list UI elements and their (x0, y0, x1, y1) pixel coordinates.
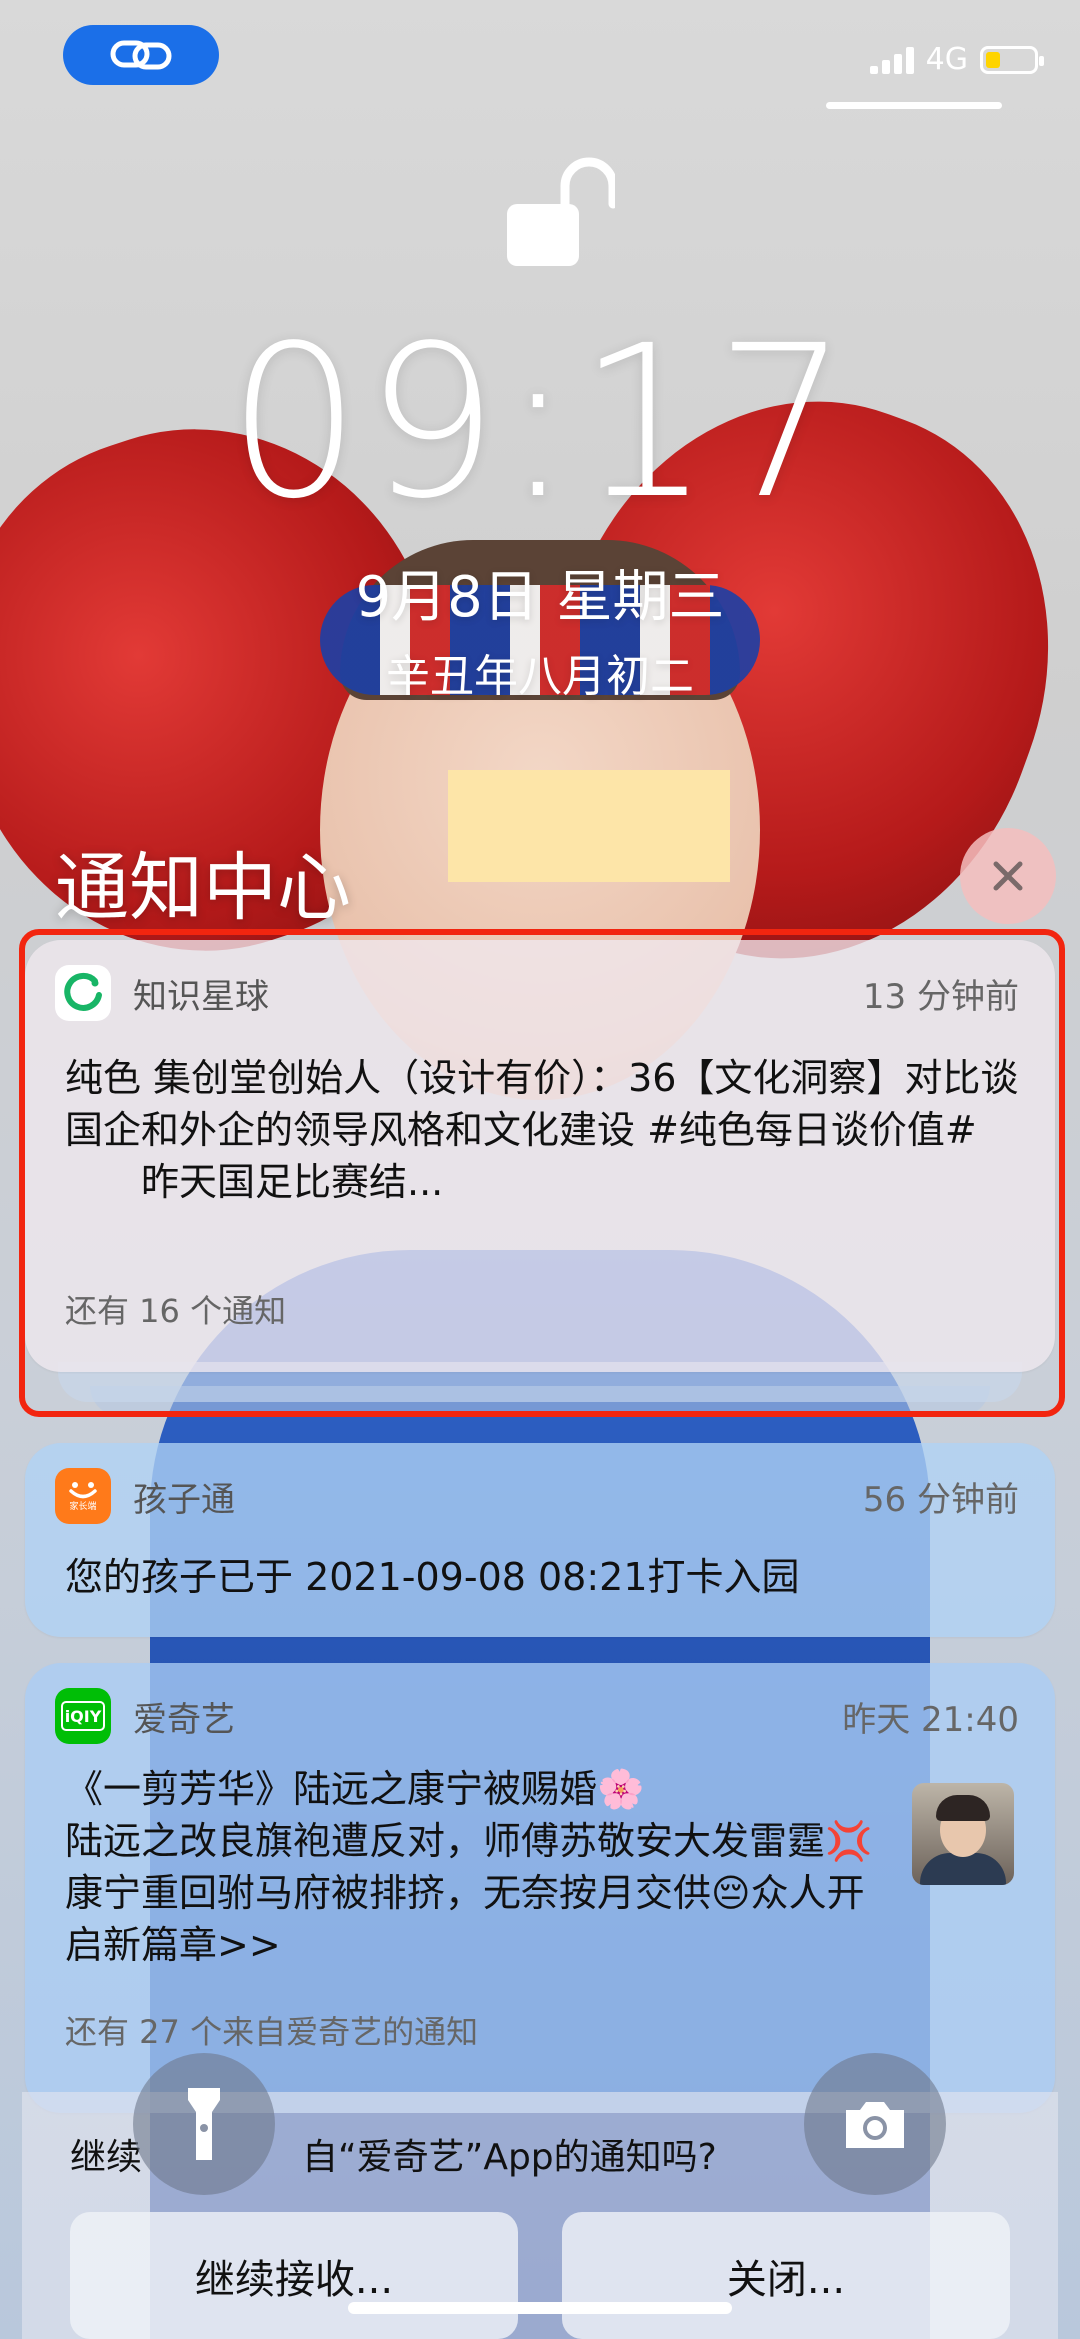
signal-icon (869, 46, 914, 74)
notification-card-iqiyi[interactable]: iQIY 爱奇艺 昨天 21:40 《一剪芳华》陆远之康宁被赐婚🌸 陆远之改良旗… (25, 1663, 1055, 2113)
smile-icon (69, 1482, 97, 1499)
home-indicator[interactable] (348, 2302, 732, 2314)
lock-date: 9月8日 星期三 (355, 565, 725, 630)
privacy-mask (448, 770, 730, 882)
zsxq-logo-icon (64, 972, 102, 1011)
zsxq-app-icon (55, 965, 111, 1021)
notification-card-haizitong[interactable]: 家长端 孩子通 56 分钟前 您的孩子已于 2021-09-08 08:21打卡… (25, 1443, 1055, 1637)
network-type: 4G (925, 42, 968, 77)
notification-header: iQIY 爱奇艺 昨天 21:40 (55, 1687, 1019, 1745)
notification-app-name: 爱奇艺 (133, 1699, 235, 1740)
lock-time: 09:17 (227, 300, 853, 545)
battery-icon (980, 45, 1044, 74)
unlock-icon (507, 157, 615, 266)
notification-header: 家长端 孩子通 56 分钟前 (55, 1467, 1019, 1525)
continue-receiving-button[interactable]: 继续接收... (70, 2212, 518, 2339)
notification-more-count: 还有 16 个通知 (65, 1292, 287, 1330)
iqiyi-app-icon: iQIY (55, 1688, 111, 1744)
notification-time: 56 分钟前 (862, 1479, 1019, 1520)
iqiyi-logo-icon: iQIY (61, 1701, 105, 1731)
haizitong-app-icon: 家长端 (55, 1468, 111, 1524)
control-center-indicator[interactable] (826, 102, 1002, 109)
notification-center-title: 通知中心 (55, 845, 351, 931)
notification-time: 昨天 21:40 (842, 1699, 1019, 1740)
notification-body: 陆远之改良旗袍遭反对，师傅苏敬安大发雷霆💢康宁重回驸马府被排挤，无奈按月交供😔众… (65, 1819, 873, 1967)
camera-icon (846, 2102, 904, 2148)
prompt-text-end: 自“爱奇艺”App的通知吗? (302, 2137, 717, 2178)
notification-body: 您的孩子已于 2021-09-08 08:21打卡入园 (65, 1555, 800, 1599)
clear-notifications-button[interactable] (960, 828, 1056, 924)
notification-app-name: 孩子通 (133, 1479, 235, 1520)
notification-title: 《一剪芳华》陆远之康宁被赐婚🌸 (65, 1767, 645, 1811)
notification-body: 纯色 集创堂创始人（设计有价）：36【文化洞察】对比谈国企和外企的领导风格和文化… (65, 1056, 1019, 1204)
notification-header: 知识星球 13 分钟前 (55, 964, 1019, 1022)
close-icon (993, 861, 1023, 891)
notification-app-name: 知识星球 (133, 976, 269, 1017)
close-notifications-button[interactable]: 关闭... (562, 2212, 1010, 2339)
notification-card-zsxq[interactable]: 知识星球 13 分钟前 纯色 集创堂创始人（设计有价）：36【文化洞察】对比谈国… (25, 940, 1055, 1372)
lunar-date: 辛丑年八月初二 (386, 651, 694, 702)
screen-link-pill[interactable] (63, 25, 219, 85)
notification-more-count: 还有 27 个来自爱奇艺的通知 (65, 2013, 479, 2051)
notification-thumbnail (912, 1783, 1014, 1885)
notification-time: 13 分钟前 (862, 976, 1019, 1017)
prompt-text-start: 继续 (70, 2137, 143, 2178)
flashlight-icon (188, 2088, 220, 2160)
link-icon (110, 40, 172, 70)
status-bar: 4G (869, 42, 1044, 77)
flashlight-button[interactable] (133, 2053, 275, 2195)
haizitong-icon-caption: 家长端 (69, 1502, 97, 1512)
camera-button[interactable] (804, 2053, 946, 2195)
